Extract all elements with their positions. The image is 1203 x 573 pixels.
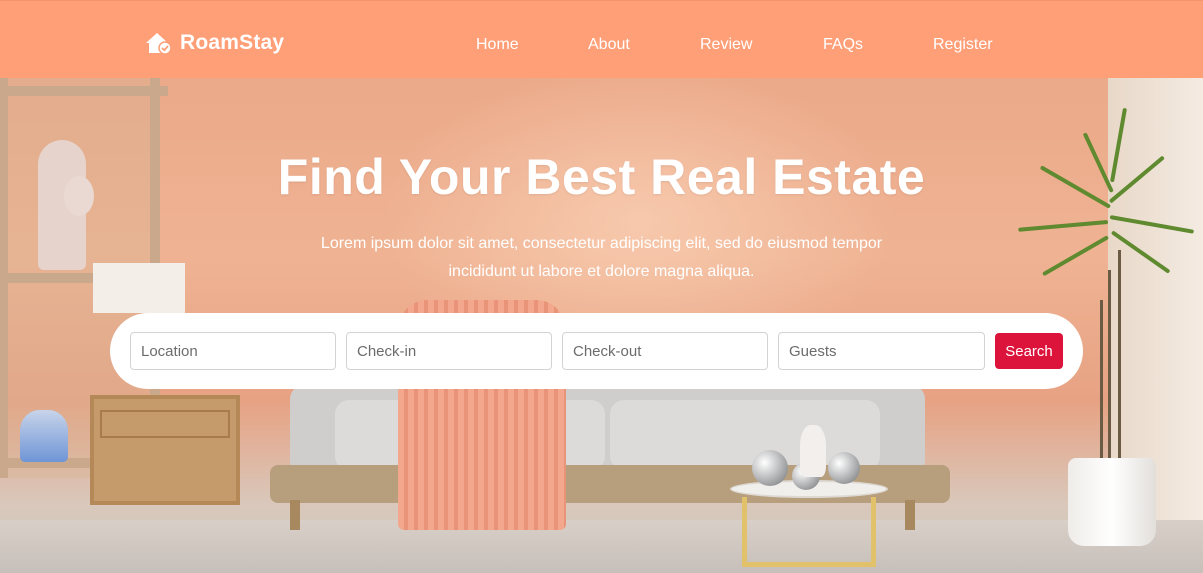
- house-check-icon: [144, 31, 174, 55]
- hero-subtitle: Lorem ipsum dolor sit amet, consectetur …: [320, 235, 883, 280]
- plant-stem: [1100, 300, 1103, 460]
- sofa-leg: [290, 500, 300, 530]
- blue-vase: [20, 410, 68, 462]
- search-button[interactable]: Search: [995, 333, 1063, 369]
- side-table-drawer: [100, 410, 230, 438]
- location-input[interactable]: [130, 332, 336, 370]
- flower-vase: [800, 425, 826, 477]
- plant-stem: [1118, 250, 1121, 460]
- nav-link-about[interactable]: About: [588, 36, 630, 54]
- nav-link-register[interactable]: Register: [933, 36, 993, 54]
- coffee-table-frame: [742, 497, 876, 567]
- top-navbar: RoamStay Home About Review FAQs Register: [0, 0, 1203, 78]
- plant-stem: [1108, 270, 1111, 460]
- search-panel: Search: [110, 313, 1083, 389]
- table-lamp: [93, 263, 185, 313]
- nav-link-faqs[interactable]: FAQs: [823, 36, 863, 54]
- checkin-input[interactable]: [346, 332, 552, 370]
- checkout-input[interactable]: [562, 332, 768, 370]
- brand-name: RoamStay: [180, 31, 285, 54]
- glass-orb: [752, 450, 788, 486]
- hero-title: Find Your Best Real Estate: [277, 149, 926, 205]
- guests-input[interactable]: [778, 332, 985, 370]
- plant-leaf: [1018, 220, 1109, 232]
- sofa-leg: [905, 500, 915, 530]
- plant-pot: [1068, 458, 1156, 546]
- floor: [0, 520, 1203, 573]
- nav-link-review[interactable]: Review: [700, 36, 752, 54]
- shelf-board: [8, 86, 168, 96]
- brand-logo[interactable]: RoamStay: [144, 31, 284, 55]
- glass-orb: [828, 452, 860, 484]
- plant-leaf: [1042, 235, 1109, 277]
- hero-background-image: [0, 0, 1203, 573]
- nav-link-home[interactable]: Home: [476, 36, 519, 54]
